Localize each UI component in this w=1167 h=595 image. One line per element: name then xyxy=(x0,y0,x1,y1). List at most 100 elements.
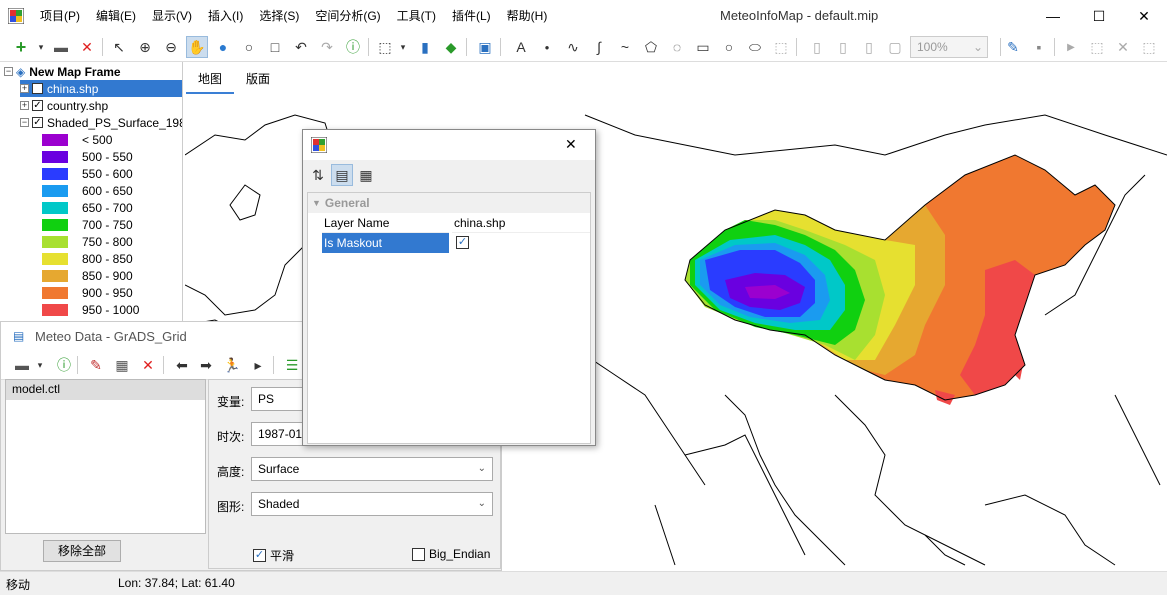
remove-icon[interactable]: ✕ xyxy=(137,354,159,376)
menu-help[interactable]: 帮助(H) xyxy=(499,0,556,32)
menu-tools[interactable]: 工具(T) xyxy=(389,0,444,32)
save-edit-icon[interactable]: ▪ xyxy=(1028,36,1050,58)
full-extent-globe-icon[interactable]: ● xyxy=(212,36,234,58)
rectangle-icon[interactable]: ▭ xyxy=(692,36,714,58)
remove-all-button[interactable]: 移除全部 xyxy=(43,540,121,562)
graphic-combo[interactable]: Shaded ⌄ xyxy=(251,492,493,516)
edit-select-icon[interactable]: ▶ xyxy=(1060,36,1082,58)
fit-page-icon[interactable]: ▢ xyxy=(884,36,906,58)
redo-icon[interactable]: ↷ xyxy=(316,36,338,58)
expand-icon[interactable]: + xyxy=(20,84,29,93)
collapse-icon[interactable]: ▼ xyxy=(312,198,321,208)
polygon-icon[interactable]: ⬠ xyxy=(640,36,662,58)
identify-icon[interactable]: ⓘ xyxy=(342,36,364,58)
legend-class-item[interactable]: 850 - 900 xyxy=(42,267,133,284)
layer-china[interactable]: + china.shp xyxy=(20,80,182,97)
section-header[interactable]: ▼ General xyxy=(308,193,590,213)
categorized-icon[interactable]: ▤ xyxy=(331,164,353,186)
freehand-icon[interactable]: ∫ xyxy=(588,36,610,58)
add-layer-icon[interactable]: + xyxy=(10,36,32,58)
edit-vertices-icon[interactable]: ⬚ xyxy=(770,36,792,58)
info-icon[interactable]: ⓘ xyxy=(53,354,75,376)
point-icon[interactable]: ● xyxy=(536,36,558,58)
pan-hand-icon[interactable]: ✋ xyxy=(186,36,208,58)
layer-visibility-checkbox[interactable]: ✓ xyxy=(32,117,43,128)
legend-class-item[interactable]: 650 - 700 xyxy=(42,199,133,216)
menu-view[interactable]: 显示(V) xyxy=(144,0,200,32)
smooth-option[interactable]: ✓ 平滑 xyxy=(253,547,294,564)
map-frame-node[interactable]: − ◈ New Map Frame xyxy=(4,63,121,80)
page-zoom-icon[interactable]: ▯ xyxy=(858,36,880,58)
edit-add-icon[interactable]: ⬚ xyxy=(1086,36,1108,58)
legend-class-item[interactable]: 800 - 850 xyxy=(42,250,133,267)
picture-icon[interactable]: ▣ xyxy=(474,36,496,58)
layer-visibility-checkbox[interactable] xyxy=(32,83,43,94)
sort-alpha-icon[interactable]: ⇅ xyxy=(307,164,329,186)
table-icon[interactable]: ▦ xyxy=(111,354,133,376)
tab-map[interactable]: 地图 xyxy=(186,66,235,94)
big-endian-option[interactable]: Big_Endian xyxy=(412,547,490,561)
measure-icon[interactable]: ▮ xyxy=(414,36,436,58)
previous-arrow-icon[interactable]: ⬅ xyxy=(171,354,193,376)
zoom-rect-icon[interactable]: □ xyxy=(264,36,286,58)
undo-icon[interactable]: ↶ xyxy=(290,36,312,58)
text-icon[interactable]: A xyxy=(510,36,532,58)
menu-edit[interactable]: 编辑(E) xyxy=(88,0,144,32)
legend-class-item[interactable]: < 500 xyxy=(42,131,112,148)
ellipse-icon[interactable]: ⬭ xyxy=(744,36,766,58)
close-button[interactable]: ✕ xyxy=(1121,0,1167,32)
select-arrow-icon[interactable]: ↖ xyxy=(108,36,130,58)
play-icon[interactable]: ▸ xyxy=(247,354,269,376)
zoom-in-icon[interactable]: ⊕ xyxy=(134,36,156,58)
menu-project[interactable]: 项目(P) xyxy=(32,0,88,32)
legend-class-item[interactable]: 550 - 600 xyxy=(42,165,133,182)
collapse-icon[interactable]: − xyxy=(4,67,13,76)
curve-polygon-icon[interactable]: ◌ xyxy=(666,36,688,58)
maskout-checkbox[interactable]: ✓ xyxy=(456,236,469,249)
label-tag-icon[interactable]: ◆ xyxy=(440,36,462,58)
legend-class-item[interactable]: 900 - 950 xyxy=(42,284,133,301)
legend-class-item[interactable]: 600 - 650 xyxy=(42,182,133,199)
next-arrow-icon[interactable]: ➡ xyxy=(195,354,217,376)
legend-class-item[interactable]: 500 - 550 xyxy=(42,148,133,165)
polyline-icon[interactable]: ∿ xyxy=(562,36,584,58)
page-setup-icon[interactable]: ▯ xyxy=(832,36,854,58)
curve-icon[interactable]: ~ xyxy=(614,36,636,58)
zoom-out-icon[interactable]: ⊖ xyxy=(160,36,182,58)
tab-layout[interactable]: 版面 xyxy=(234,66,282,94)
file-list[interactable]: model.ctl xyxy=(5,379,206,534)
file-item[interactable]: model.ctl xyxy=(6,380,205,400)
maximize-button[interactable]: ☐ xyxy=(1076,0,1122,32)
legend-class-item[interactable]: 950 - 1000 xyxy=(42,301,139,318)
dialog-close-button[interactable]: ✕ xyxy=(565,136,577,153)
legend-class-item[interactable]: 750 - 800 xyxy=(42,233,133,250)
zoom-combo[interactable]: 100% ⌄ xyxy=(910,36,988,58)
circle-icon[interactable]: ○ xyxy=(718,36,740,58)
dropdown-arrow-icon[interactable]: ▾ xyxy=(30,36,52,58)
dropdown-arrow-icon[interactable]: ▾ xyxy=(29,354,51,376)
menu-select[interactable]: 选择(S) xyxy=(251,0,307,32)
expand-icon[interactable]: + xyxy=(20,101,29,110)
edit-move-icon[interactable]: ⬚ xyxy=(1138,36,1160,58)
menu-spatial-analysis[interactable]: 空间分析(G) xyxy=(307,0,388,32)
big-endian-checkbox[interactable] xyxy=(412,547,425,561)
smooth-checkbox[interactable]: ✓ xyxy=(253,549,266,562)
edit-delete-icon[interactable]: ✕ xyxy=(1112,36,1134,58)
dropdown-arrow-icon[interactable]: ▾ xyxy=(392,36,414,58)
layer-visibility-checkbox[interactable]: ✓ xyxy=(32,100,43,111)
open-folder-icon[interactable]: ▬ xyxy=(50,36,72,58)
legend-class-item[interactable]: 700 - 750 xyxy=(42,216,133,233)
collapse-icon[interactable]: − xyxy=(20,118,29,127)
layer-shaded[interactable]: − ✓ Shaded_PS_Surface_1987 xyxy=(20,114,182,131)
remove-layer-icon[interactable]: ✕ xyxy=(76,36,98,58)
property-pages-icon[interactable]: ▦ xyxy=(355,164,377,186)
prop-value[interactable]: china.shp xyxy=(452,213,590,233)
list-icon[interactable]: ☰ xyxy=(281,354,303,376)
edit-pencil-icon[interactable]: ✎ xyxy=(1002,36,1024,58)
new-page-icon[interactable]: ▯ xyxy=(806,36,828,58)
draw-icon[interactable]: ✎ xyxy=(85,354,107,376)
minimize-button[interactable]: — xyxy=(1030,0,1076,32)
animate-runner-icon[interactable]: 🏃 xyxy=(221,354,243,376)
menu-plugins[interactable]: 插件(L) xyxy=(444,0,499,32)
menu-insert[interactable]: 插入(I) xyxy=(200,0,251,32)
